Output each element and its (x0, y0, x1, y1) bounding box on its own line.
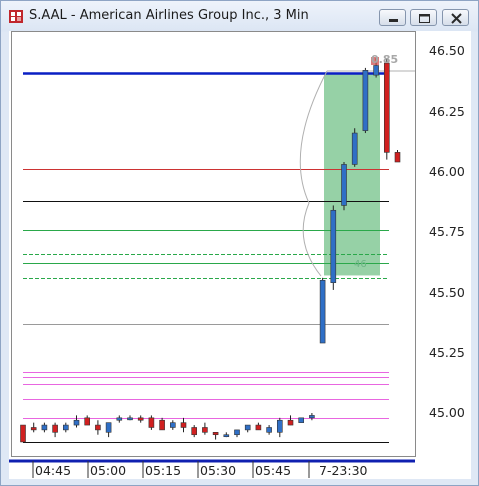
restore-icon (419, 14, 430, 23)
candle-body (373, 65, 379, 76)
candle-body (287, 419, 294, 426)
candle-body (84, 417, 90, 426)
candle-body (127, 417, 133, 421)
candle-body (73, 419, 80, 426)
candle-body (95, 424, 101, 431)
candle-body (62, 424, 69, 431)
change-label: 0.85 (371, 53, 399, 66)
chart-window: S.AAL - American Airlines Group Inc., 3 … (0, 0, 479, 486)
window-title: S.AAL - American Airlines Group Inc., 3 … (29, 8, 309, 23)
time-tick-label: 05:45 (255, 463, 292, 478)
time-tick-label: 05:00 (90, 463, 127, 478)
title-bar[interactable]: S.AAL - American Airlines Group Inc., 3 … (1, 1, 478, 31)
candle-body (170, 422, 176, 428)
time-tick-label: 7-23:30 (319, 463, 368, 478)
candle-body (276, 419, 283, 433)
candle-body (351, 132, 358, 165)
close-button[interactable] (442, 9, 469, 26)
price-chart[interactable]: 46.50 46.25 46.00 45.75 45.50 45.25 45.0… (9, 31, 471, 479)
candle-body (266, 427, 272, 433)
minimize-button[interactable] (379, 9, 406, 26)
candle-body (330, 209, 337, 283)
candle-body (148, 417, 155, 428)
candle-body (383, 62, 390, 153)
candle-body (20, 424, 26, 443)
restore-button[interactable] (410, 9, 437, 26)
candle-body (244, 424, 251, 431)
measure-arc (299, 70, 328, 277)
close-icon (451, 13, 462, 24)
price-tick-label: 45.25 (429, 345, 465, 360)
candle-body (341, 164, 347, 206)
chart-canvas[interactable] (9, 31, 471, 479)
candle-body (159, 419, 165, 431)
candle-body (30, 427, 37, 431)
candle-body (234, 429, 240, 436)
price-tick-label: 46.25 (429, 104, 465, 119)
candle-body (52, 424, 58, 433)
candle-body (298, 417, 305, 423)
candle-body (212, 432, 219, 436)
price-tick-label: 46.00 (429, 164, 465, 179)
candle-body (41, 424, 48, 431)
app-logo-icon (9, 10, 23, 23)
price-tick-label: 45.50 (429, 285, 465, 300)
time-tick-label: 04:45 (35, 463, 72, 478)
candle-body (255, 424, 262, 431)
price-tick-label: 46.50 (429, 43, 465, 58)
candle-body (362, 70, 369, 131)
candle-body (191, 427, 197, 436)
minimize-icon (389, 19, 398, 22)
candle-body (105, 422, 112, 433)
candle-body (116, 417, 123, 421)
zone-label: 46 (354, 259, 367, 270)
candle-body (223, 434, 230, 438)
candle-body (180, 422, 187, 428)
candle-body (202, 427, 208, 433)
candle-body (137, 417, 144, 421)
price-tick-label: 45.75 (429, 224, 465, 239)
candle-body (309, 415, 315, 419)
time-tick-label: 05:15 (145, 463, 182, 478)
candle-body (319, 279, 326, 344)
price-tick-label: 45.00 (429, 405, 465, 420)
candle-body (394, 152, 401, 163)
time-tick-label: 05:30 (200, 463, 237, 478)
